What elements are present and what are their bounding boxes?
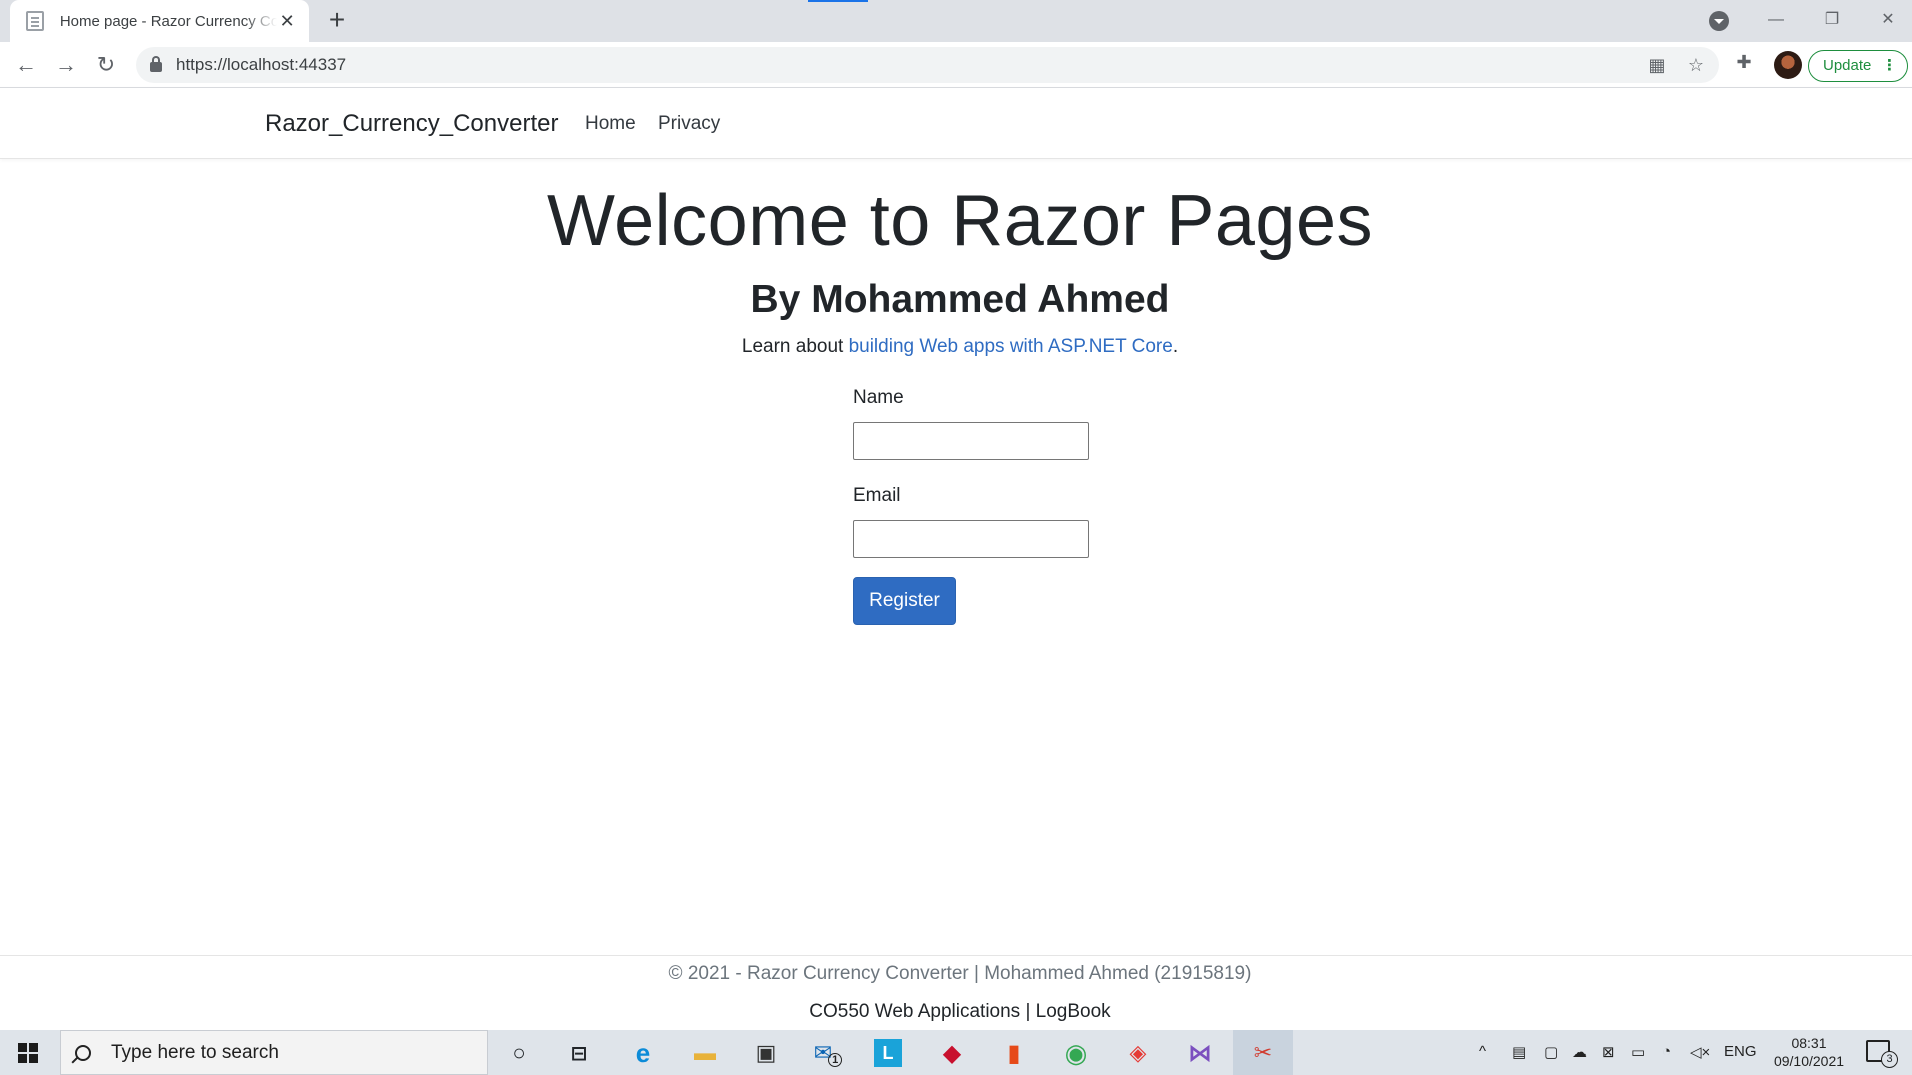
forward-arrow-icon[interactable]: → <box>52 52 80 78</box>
mail-icon[interactable]: ✉ 1 <box>812 1038 844 1068</box>
wifi-icon[interactable]: ◔ <box>1662 1043 1671 1060</box>
register-button[interactable]: Register <box>853 577 956 625</box>
page-favicon-icon <box>26 11 44 31</box>
bookmark-star-icon[interactable]: ☆ <box>1684 55 1708 75</box>
windows-taskbar: Type here to search ○ ⊟ e ▬ ▣ ✉ 1 L ◆ ▮ ◉… <box>0 1030 1912 1075</box>
meet-now-icon[interactable]: ▢ <box>1544 1043 1558 1061</box>
learn-suffix: . <box>1172 336 1179 357</box>
install-app-icon[interactable]: ▦ <box>1645 55 1669 75</box>
git-icon[interactable]: ◈ <box>1122 1038 1154 1068</box>
aspnet-docs-link[interactable]: building Web apps with ASP.NET Core <box>849 336 1173 357</box>
browser-tab-strip: Home page - Razor Currency Converter ✕ +… <box>0 0 1912 42</box>
profile-avatar[interactable] <box>1774 51 1802 79</box>
email-label: Email <box>853 485 901 506</box>
search-placeholder: Type here to search <box>111 1041 279 1063</box>
onedrive-cloud-icon[interactable]: ☁ <box>1572 1043 1587 1061</box>
site-navbar: Razor_Currency_Converter Home Privacy <box>0 88 1912 159</box>
mail-badge: 1 <box>828 1053 843 1067</box>
file-explorer-icon[interactable]: ▬ <box>689 1038 721 1068</box>
email-field[interactable] <box>853 520 1089 558</box>
office-icon[interactable]: ▮ <box>998 1038 1030 1068</box>
restore-button[interactable]: ❐ <box>1812 6 1852 34</box>
update-label: Update <box>1823 57 1872 74</box>
volume-muted-icon[interactable]: ◁× <box>1690 1043 1710 1061</box>
edge-browser-icon[interactable]: e <box>627 1038 659 1068</box>
cortana-icon[interactable]: ○ <box>503 1038 535 1068</box>
reload-icon[interactable]: ↻ <box>92 52 120 78</box>
url-text[interactable]: https://localhost:44337 <box>176 55 346 75</box>
task-view-icon[interactable]: ⊟ <box>563 1038 595 1068</box>
visual-studio-icon[interactable]: ⋈ <box>1184 1038 1216 1068</box>
search-icon <box>75 1044 91 1061</box>
page-subtitle: By Mohammed Ahmed <box>750 278 1170 321</box>
snipping-tool-icon[interactable]: ✂ <box>1233 1030 1293 1075</box>
loading-indicator <box>808 0 868 2</box>
learn-paragraph: Learn about building Web apps with ASP.N… <box>0 336 1912 358</box>
tab-title: Home page - Razor Currency Converter <box>59 12 278 30</box>
network-drive-icon[interactable]: ▤ <box>1512 1043 1526 1061</box>
name-field[interactable] <box>853 422 1089 460</box>
tab-close-icon[interactable]: ✕ <box>277 11 297 32</box>
nav-link-privacy[interactable]: Privacy <box>658 113 720 135</box>
extensions-puzzle-icon[interactable]: ✚ <box>1732 50 1756 74</box>
name-label: Name <box>853 387 904 408</box>
show-hidden-icons-chevron-icon[interactable]: ^ <box>1479 1043 1486 1060</box>
windows-start-icon[interactable] <box>18 1043 38 1063</box>
new-tab-button[interactable]: + <box>322 6 352 36</box>
browser-tab-active[interactable]: Home page - Razor Currency Converter ✕ <box>10 0 309 42</box>
clock-date: 09/10/2021 <box>1773 1053 1845 1069</box>
back-arrow-icon[interactable]: ← <box>12 52 40 78</box>
notification-count: 3 <box>1881 1051 1898 1068</box>
learning-app-icon[interactable]: L <box>874 1039 902 1067</box>
taskbar-clock[interactable]: 08:31 09/10/2021 <box>1754 1034 1864 1070</box>
page-title: Welcome to Razor Pages <box>546 181 1374 261</box>
language-indicator[interactable]: ENG <box>1724 1043 1757 1060</box>
learn-prefix: Learn about <box>741 336 849 357</box>
mcafee-shield-icon[interactable]: ◆ <box>936 1038 968 1068</box>
browser-toolbar: ← → ↻ https://localhost:44337 ▦ ☆ ✚ Upda… <box>0 42 1912 88</box>
update-button[interactable]: Update ⋮ <box>1808 50 1908 82</box>
store-icon[interactable]: ▣ <box>750 1038 782 1068</box>
battery-icon[interactable]: ▭ <box>1631 1043 1645 1061</box>
address-bar[interactable]: https://localhost:44337 ▦ ☆ <box>136 47 1719 83</box>
site-footer: © 2021 - Razor Currency Converter | Moha… <box>0 955 1912 1030</box>
nav-link-home[interactable]: Home <box>585 113 636 135</box>
footer-course: CO550 Web Applications | LogBook <box>809 1001 1111 1022</box>
footer-copyright: © 2021 - Razor Currency Converter | Moha… <box>668 963 1252 984</box>
security-icon[interactable]: ⊠ <box>1602 1043 1615 1061</box>
lock-icon[interactable] <box>150 56 162 72</box>
clock-time: 08:31 <box>1791 1035 1827 1051</box>
notification-center-icon[interactable]: 3 <box>1866 1040 1898 1068</box>
site-brand-link[interactable]: Razor_Currency_Converter <box>265 110 558 138</box>
chrome-icon[interactable]: ◉ <box>1060 1038 1092 1068</box>
close-window-button[interactable]: ✕ <box>1868 6 1908 34</box>
web-page: Razor_Currency_Converter Home Privacy We… <box>0 88 1912 1030</box>
tab-search-icon[interactable] <box>1709 11 1729 31</box>
taskbar-search-box[interactable]: Type here to search <box>60 1030 488 1075</box>
more-menu-icon[interactable]: ⋮ <box>1882 51 1897 81</box>
minimize-button[interactable]: — <box>1756 6 1796 34</box>
